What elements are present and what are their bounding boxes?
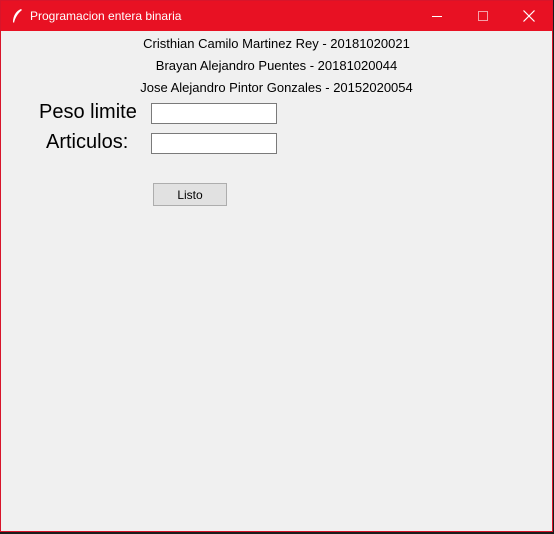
close-icon xyxy=(523,10,535,22)
minimize-button[interactable] xyxy=(414,1,460,31)
articulos-label: Articulos: xyxy=(46,131,129,153)
minimize-icon xyxy=(432,16,442,17)
close-button[interactable] xyxy=(506,1,552,31)
maximize-icon xyxy=(478,11,488,21)
author-line-1: Cristhian Camilo Martinez Rey - 20181020… xyxy=(143,36,410,51)
title-bar[interactable]: Programacion entera binaria xyxy=(1,1,552,31)
listo-button[interactable]: Listo xyxy=(153,183,227,206)
peso-limite-label: Peso limite xyxy=(39,101,137,123)
app-window: Programacion entera binaria Cristhian Ca… xyxy=(0,0,553,532)
author-line-2: Brayan Alejandro Puentes - 20181020044 xyxy=(155,58,398,73)
feather-icon xyxy=(13,9,22,23)
maximize-button[interactable] xyxy=(460,1,506,31)
window-title: Programacion entera binaria xyxy=(30,9,182,23)
author-line-3: Jose Alejandro Pintor Gonzales - 2015202… xyxy=(140,80,413,95)
articulos-input[interactable] xyxy=(151,133,277,154)
peso-limite-input[interactable] xyxy=(151,103,277,124)
